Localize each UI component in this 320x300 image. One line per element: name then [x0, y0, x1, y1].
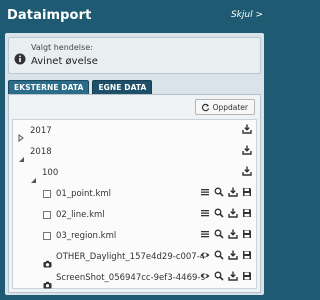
tree-row-file[interactable]: 02_line.kml: [13, 204, 256, 225]
hide-link[interactable]: Skjul >: [231, 10, 263, 20]
tree-row-2018[interactable]: 2018: [13, 141, 256, 162]
file-label: 01_point.kml: [56, 188, 112, 199]
folder-label: 2017: [30, 125, 52, 136]
search-icon[interactable]: [214, 208, 224, 218]
selected-event-label: Valgt hendelse:: [31, 43, 93, 52]
tree-row-100[interactable]: 100: [13, 162, 256, 183]
image-label: ScreenShot_056947cc-9ef3-4469-941...: [56, 272, 206, 283]
file-checkbox[interactable]: [43, 210, 51, 219]
download-icon[interactable]: [228, 271, 238, 281]
collapse-caret-icon[interactable]: [17, 148, 25, 162]
search-icon[interactable]: [214, 187, 224, 197]
download-icon[interactable]: [242, 145, 252, 155]
list-icon[interactable]: [200, 229, 210, 239]
selected-event-box: Valgt hendelse: Avinet øvelse: [8, 37, 261, 74]
download-icon[interactable]: [242, 166, 252, 176]
panel-body: Valgt hendelse: Avinet øvelse EKSTERNE D…: [5, 33, 264, 295]
download-icon[interactable]: [228, 250, 238, 260]
refresh-icon: [201, 103, 209, 111]
file-tree: 2017 2018 100 01_point.kml 02_line.kml 0…: [12, 119, 257, 289]
eye-icon[interactable]: [200, 250, 210, 260]
eye-icon[interactable]: [200, 271, 210, 281]
folder-label: 2018: [30, 146, 52, 157]
search-icon[interactable]: [214, 250, 224, 260]
file-label: 02_line.kml: [56, 209, 105, 220]
collapse-caret-icon[interactable]: [29, 169, 37, 183]
tab-own-data[interactable]: EGNE DATA: [92, 80, 153, 94]
tree-row-file[interactable]: 03_region.kml: [13, 225, 256, 246]
folder-label: 100: [42, 167, 59, 178]
tree-row-2017[interactable]: 2017: [13, 120, 256, 142]
refresh-button[interactable]: Oppdater: [194, 99, 255, 115]
refresh-label: Oppdater: [212, 102, 248, 112]
dataimport-panel: Dataimport Skjul > Valgt hendelse: Avine…: [0, 0, 269, 300]
download-icon[interactable]: [228, 208, 238, 218]
panel-header: Dataimport Skjul >: [0, 0, 269, 30]
download-icon[interactable]: [228, 187, 238, 197]
save-icon[interactable]: [242, 271, 252, 281]
info-circle-icon: [14, 50, 26, 65]
save-icon[interactable]: [242, 208, 252, 218]
file-checkbox[interactable]: [43, 231, 51, 240]
tab-external-data[interactable]: EKSTERNE DATA: [8, 80, 90, 94]
download-icon[interactable]: [228, 229, 238, 239]
save-icon[interactable]: [242, 229, 252, 239]
tab-content: Oppdater 2017 2018 100 01_point.kml 02_l…: [8, 94, 261, 293]
data-tabs: EKSTERNE DATA EGNE DATA: [8, 80, 153, 94]
save-icon[interactable]: [242, 250, 252, 260]
download-icon[interactable]: [242, 124, 252, 134]
tree-row-file[interactable]: 01_point.kml: [13, 183, 256, 204]
list-icon[interactable]: [200, 187, 210, 197]
expand-caret-icon[interactable]: [17, 127, 25, 142]
panel-title: Dataimport: [7, 7, 92, 23]
camera-icon: [43, 253, 52, 267]
search-icon[interactable]: [214, 271, 224, 281]
selected-event-value: Avinet øvelse: [31, 56, 98, 67]
search-icon[interactable]: [214, 229, 224, 239]
file-label: 03_region.kml: [56, 230, 117, 241]
file-checkbox[interactable]: [43, 189, 51, 198]
camera-icon: [43, 274, 52, 288]
image-label: OTHER_Daylight_157e4d29-c007-468...: [56, 251, 206, 262]
tree-row-image[interactable]: OTHER_Daylight_157e4d29-c007-468...: [13, 246, 256, 267]
save-icon[interactable]: [242, 187, 252, 197]
list-icon[interactable]: [200, 208, 210, 218]
tree-row-image[interactable]: ScreenShot_056947cc-9ef3-4469-941...: [13, 267, 256, 288]
